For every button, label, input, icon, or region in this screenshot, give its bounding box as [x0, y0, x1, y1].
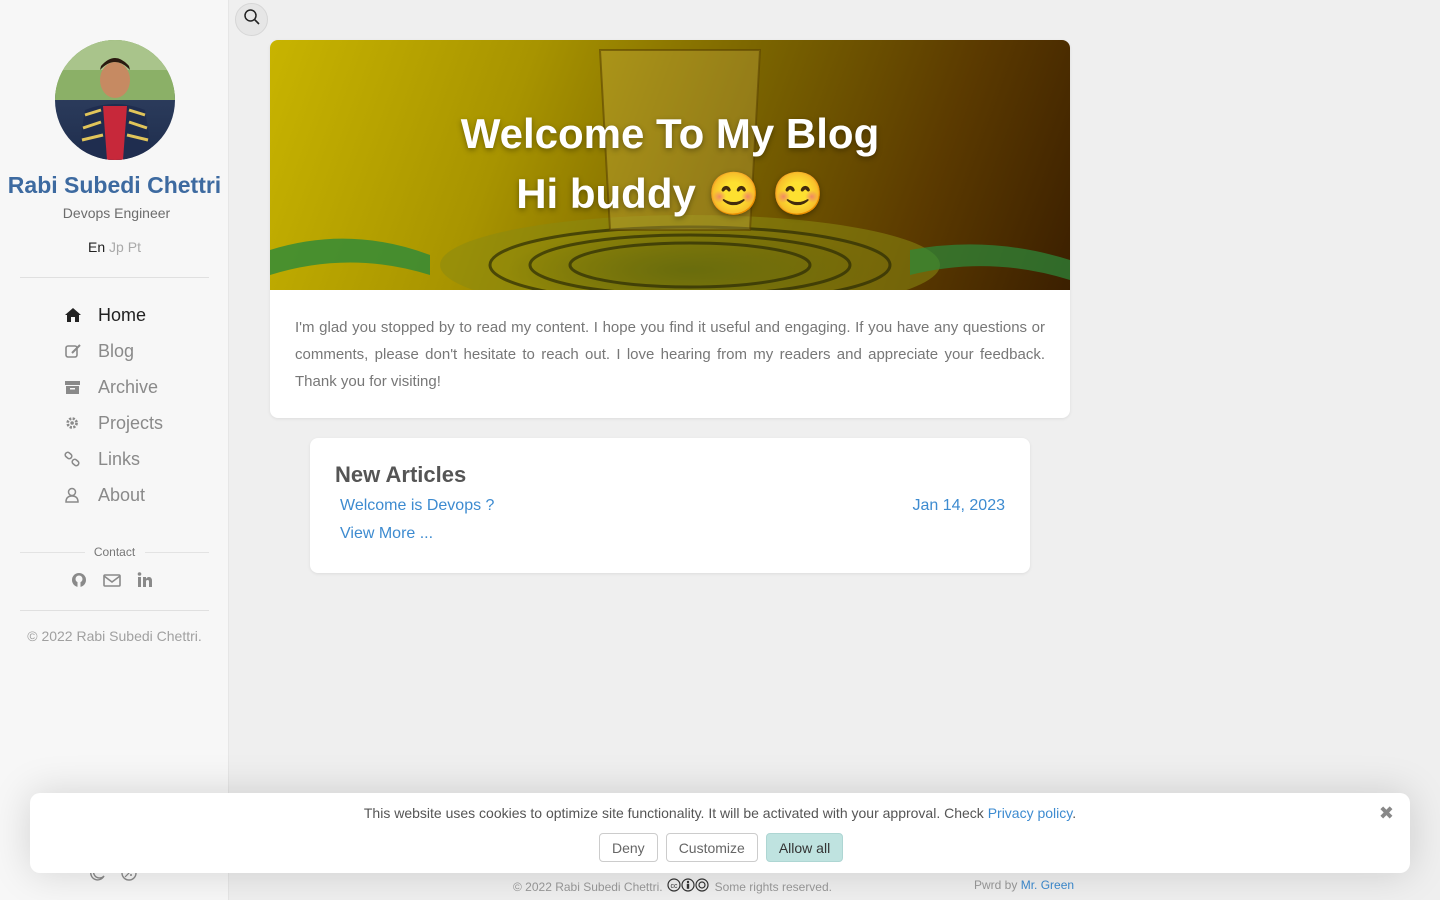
home-icon — [64, 307, 98, 323]
deny-button[interactable]: Deny — [599, 833, 658, 862]
welcome-text: I'm glad you stopped by to read my conte… — [295, 319, 1045, 390]
banner-image: Welcome To My Blog Hi buddy 😊 😊 — [270, 40, 1070, 290]
sidebar-item-label: Home — [98, 304, 147, 325]
link-icon — [64, 451, 98, 467]
edit-icon — [64, 343, 98, 359]
cookie-message-text: This website uses cookies to optimize si… — [363, 805, 984, 821]
new-articles-card: New Articles Welcome is Devops ? Jan 14,… — [310, 438, 1030, 573]
archive-icon — [64, 379, 98, 395]
banner-title: Welcome To My Blog — [460, 110, 880, 157]
creative-commons-icon[interactable]: cc — [667, 878, 711, 895]
cookie-actions: Deny Customize Allow all — [599, 833, 844, 862]
gear-icon — [64, 415, 98, 431]
lang-en[interactable]: En — [88, 239, 105, 255]
footer-rights-text: Some rights reserved. — [714, 879, 832, 894]
sidebar-item-about[interactable]: About — [64, 481, 145, 509]
sidebar: Rabi Subedi Chettri Devops Engineer En J… — [0, 0, 229, 900]
linkedin-icon[interactable] — [136, 571, 154, 589]
sidebar-item-blog[interactable]: Blog — [64, 337, 134, 365]
lang-jp[interactable]: Jp — [109, 239, 124, 255]
welcome-card: Welcome To My Blog Hi buddy 😊 😊 I'm glad… — [270, 40, 1070, 418]
email-icon[interactable] — [103, 571, 121, 589]
language-switcher: En Jp Pt — [0, 239, 229, 255]
privacy-policy-link[interactable]: Privacy policy — [988, 805, 1073, 821]
contact-links — [70, 571, 154, 589]
avatar[interactable] — [55, 40, 175, 160]
powered-by-label: Pwrd by — [974, 878, 1018, 892]
sidebar-divider — [20, 610, 209, 611]
user-icon — [64, 487, 98, 503]
cookie-banner: This website uses cookies to optimize si… — [30, 793, 1410, 873]
article-link[interactable]: Welcome is Devops ? — [340, 497, 494, 515]
author-title: Devops Engineer — [62, 205, 171, 221]
search-button[interactable] — [235, 3, 268, 36]
sidebar-item-label: About — [98, 484, 146, 505]
allow-all-button[interactable]: Allow all — [765, 833, 844, 862]
lang-pt[interactable]: Pt — [128, 239, 141, 255]
sidebar-item-label: Blog — [98, 340, 135, 361]
search-icon — [243, 8, 261, 31]
sidebar-item-home[interactable]: Home — [64, 301, 146, 329]
sidebar-item-label: Archive — [98, 376, 159, 397]
view-more-link[interactable]: View More ... — [340, 525, 433, 543]
github-icon[interactable] — [70, 571, 88, 589]
contact-divider-right — [145, 552, 209, 553]
sidebar-item-links[interactable]: Links — [64, 445, 140, 473]
sidebar-item-label: Projects — [98, 412, 164, 433]
powered-by-link[interactable]: Mr. Green — [1021, 878, 1074, 892]
cookie-message-suffix: . — [1072, 805, 1077, 821]
banner-subtitle: Hi buddy 😊 😊 — [516, 170, 824, 217]
close-icon[interactable]: ✖ — [1379, 803, 1394, 824]
new-articles-title: New Articles — [335, 462, 467, 487]
svg-text:cc: cc — [670, 883, 678, 890]
author-name[interactable]: Rabi Subedi Chettri — [0, 172, 229, 199]
footer-powered-by: Pwrd by Mr. Green — [974, 878, 1074, 892]
footer-copyright-text: © 2022 Rabi Subedi Chettri. — [513, 879, 663, 894]
footer-copyright: © 2022 Rabi Subedi Chettri. cc Some righ… — [513, 878, 832, 895]
article-date: Jan 14, 2023 — [912, 497, 1005, 514]
sidebar-item-label: Links — [98, 448, 141, 469]
sidebar-item-archive[interactable]: Archive — [64, 373, 158, 401]
sidebar-copyright: © 2022 Rabi Subedi Chettri. — [27, 628, 202, 644]
sidebar-divider — [20, 277, 209, 278]
cookie-message: This website uses cookies to optimize si… — [30, 805, 1410, 821]
sidebar-item-projects[interactable]: Projects — [64, 409, 163, 437]
customize-button[interactable]: Customize — [665, 833, 758, 862]
